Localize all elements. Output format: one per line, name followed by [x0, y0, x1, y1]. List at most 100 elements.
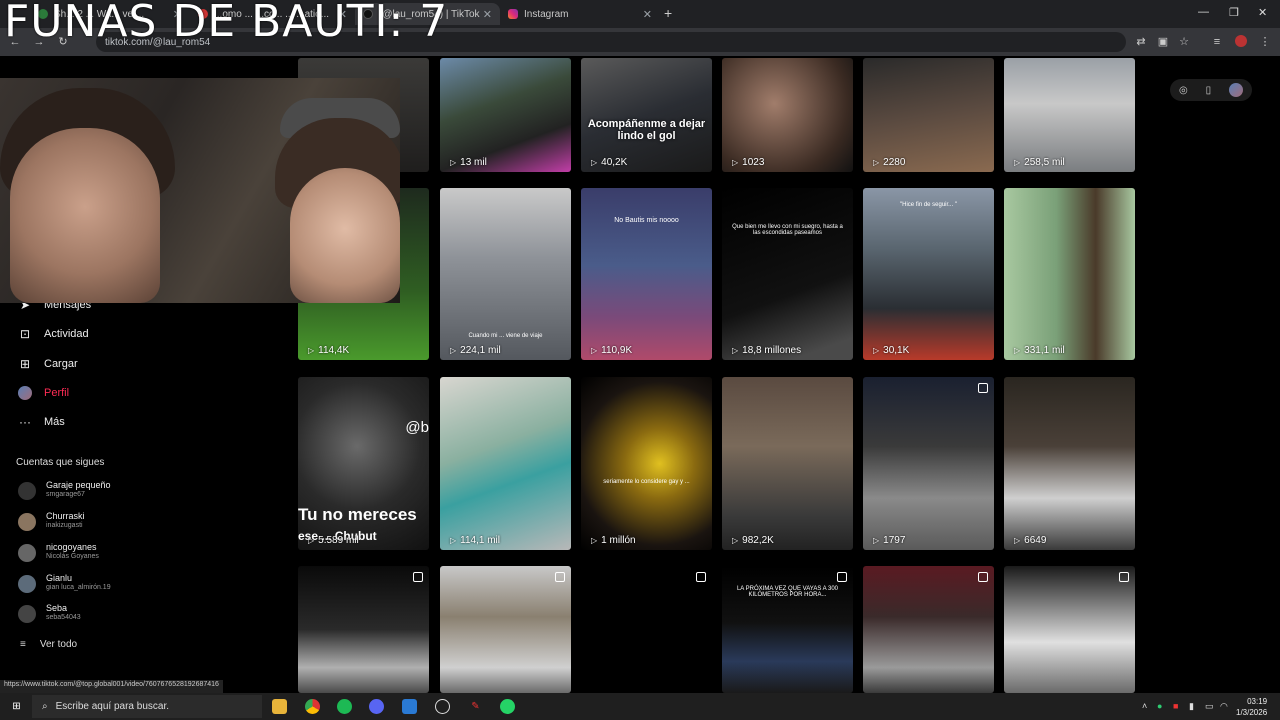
video-tile[interactable]: ▷ 13 mil [440, 58, 571, 172]
file-explorer-icon[interactable] [272, 699, 287, 714]
following-account[interactable]: Churraski inakizugasti [18, 511, 218, 535]
video-tile[interactable] [581, 566, 712, 693]
see-all-link[interactable]: ≡ Ver todo [20, 639, 77, 650]
floating-controls: ◎ ▯ [1170, 79, 1252, 101]
tab-instagram[interactable]: Instagram ✕ [500, 3, 660, 25]
list-icon: ≡ [20, 639, 26, 650]
microphone-icon[interactable]: ▮ [1189, 701, 1194, 712]
sidebar-item-perfil[interactable]: Perfil [18, 386, 69, 400]
minimize-icon[interactable]: — [1198, 6, 1209, 18]
account-name: Seba [46, 603, 68, 613]
tray-app-icon[interactable]: ● [1157, 701, 1162, 711]
following-account[interactable]: nicogoyanes Nicolás Goyanes [18, 542, 218, 566]
translate-icon[interactable]: ⇄ [1134, 35, 1148, 49]
multi-image-icon [1119, 572, 1129, 582]
following-account[interactable]: Gianlu gian luca_almirón.19 [18, 573, 218, 597]
video-tile[interactable]: ▷ 331,1 mil [1004, 188, 1135, 360]
play-icon: ▷ [732, 536, 739, 545]
status-url-tooltip: https://www.tiktok.com/@top.global001/vi… [0, 680, 223, 693]
view-count: ▷ 30,1K [873, 345, 910, 356]
sidebar-item-actividad[interactable]: ⊡ Actividad [18, 327, 89, 341]
video-tile[interactable]: ▷ 982,2K [722, 377, 853, 550]
video-tile[interactable]: No Bautis mis noooo ▷ 110,9K [581, 188, 712, 360]
taskbar-search[interactable]: ⌕ Escribe aquí para buscar. [32, 695, 262, 718]
view-count: ▷ 258,5 mil [1014, 157, 1065, 168]
play-icon: ▷ [591, 158, 598, 167]
profile-icon[interactable] [1234, 35, 1248, 49]
video-tile[interactable]: Cuando mi ... viene de viaje ▷ 224,1 mil [440, 188, 571, 360]
menu-dots-icon[interactable]: ⋮ [1258, 35, 1272, 49]
video-tile[interactable]: Acompáñenme a dejar lindo el gol ▷ 40,2K [581, 58, 712, 172]
tray-chevron-icon[interactable]: ˄ [1142, 701, 1147, 711]
following-account[interactable]: Garaje pequeño smgarage67 [18, 480, 218, 504]
video-tile[interactable] [863, 566, 994, 693]
compass-icon[interactable]: ◎ [1179, 85, 1188, 96]
view-count: ▷ 110,9K [591, 345, 633, 356]
discord-icon[interactable] [369, 699, 384, 714]
video-caption: No Bautis mis noooo [614, 217, 679, 224]
windows-start-icon[interactable]: ⊞ [9, 699, 24, 714]
obs-icon[interactable] [435, 699, 450, 714]
network-icon[interactable]: ▭ [1205, 701, 1214, 712]
view-count: ▷ 982,2K [732, 535, 774, 546]
store-icon[interactable] [402, 699, 417, 714]
video-tile[interactable]: LA PRÓXIMA VEZ QUE VAYAS A 300 KILÓMETRO… [722, 566, 853, 693]
play-icon: ▷ [873, 536, 880, 545]
new-tab-button[interactable]: + [664, 5, 672, 21]
view-count: ▷ 331,1 mil [1014, 345, 1065, 356]
video-tile[interactable]: Que bien me llevo con mi suegro, hasta a… [722, 188, 853, 360]
close-window-icon[interactable]: ✕ [1258, 6, 1267, 19]
video-tile[interactable]: ▷ 114,1 mil [440, 377, 571, 550]
video-caption: Tu no mereces [298, 505, 417, 524]
chrome-icon[interactable] [305, 699, 320, 714]
video-tile[interactable]: seriamente lo considere gay y ... ▷ 1 mil… [581, 377, 712, 550]
video-caption: Acompáñenme a dejar lindo el gol [587, 118, 706, 142]
video-caption: LA PRÓXIMA VEZ QUE VAYAS A 300 KILÓMETRO… [736, 586, 839, 598]
video-tile[interactable] [440, 566, 571, 693]
close-icon[interactable]: ✕ [643, 8, 652, 21]
play-icon: ▷ [591, 346, 598, 355]
sidebar-item-cargar[interactable]: ⊞ Cargar [18, 357, 78, 371]
taskbar-clock[interactable]: 03:19 1/3/2026 [1236, 696, 1267, 718]
wifi-icon[interactable]: ◠ [1220, 701, 1228, 712]
avatar[interactable] [1229, 83, 1244, 97]
sidebar-item-label: Más [44, 416, 65, 428]
profile-avatar [18, 386, 32, 400]
video-caption: Que bien me llevo con mi suegro, hasta a… [732, 224, 843, 236]
view-count: ▷ 114,1 mil [450, 535, 500, 546]
whatsapp-icon[interactable] [500, 699, 515, 714]
video-tile[interactable] [298, 566, 429, 693]
video-tile[interactable]: @b Tu no mereces ese ... Chubut ▷ 5.589 m… [298, 377, 429, 550]
tray-app-icon[interactable]: ■ [1173, 701, 1178, 711]
device-icon[interactable]: ▯ [1206, 85, 1212, 96]
editor-icon[interactable]: ✎ [468, 699, 483, 714]
video-tile[interactable]: ▷ 6649 [1004, 377, 1135, 550]
play-icon: ▷ [1014, 158, 1021, 167]
person-face [10, 128, 160, 303]
sidebar-item-label: Cargar [44, 358, 78, 370]
media-icon[interactable]: ≡ [1210, 35, 1224, 49]
video-caption: Cuando mi ... viene de viaje [468, 333, 543, 339]
bookmark-star-icon[interactable]: ☆ [1177, 35, 1191, 49]
play-icon: ▷ [450, 536, 457, 545]
video-tile[interactable]: ▷ 1797 [863, 377, 994, 550]
play-icon: ▷ [873, 346, 880, 355]
video-tile[interactable]: "Hice fin de seguir... " ▷ 30,1K [863, 188, 994, 360]
following-account[interactable]: Seba seba54043 [18, 603, 218, 627]
video-tile[interactable] [1004, 566, 1135, 693]
view-count: ▷ 1 millón [591, 535, 636, 546]
close-icon[interactable]: ✕ [483, 8, 492, 21]
spotify-icon[interactable] [337, 699, 352, 714]
sidebar-item-mas[interactable]: ··· Más [18, 415, 65, 429]
video-tile[interactable]: ▷ 258,5 mil [1004, 58, 1135, 172]
restore-icon[interactable]: ❐ [1229, 6, 1239, 19]
install-app-icon[interactable]: ▣ [1156, 35, 1170, 49]
play-icon: ▷ [732, 346, 739, 355]
multi-image-icon [413, 572, 423, 582]
following-section-title: Cuentas que sigues [16, 457, 105, 468]
instagram-favicon-icon [508, 9, 518, 19]
video-tile[interactable]: ▷ 1023 [722, 58, 853, 172]
view-count: ▷ 1023 [732, 157, 765, 168]
video-tile[interactable]: ▷ 2280 [863, 58, 994, 172]
play-icon: ▷ [1014, 346, 1021, 355]
